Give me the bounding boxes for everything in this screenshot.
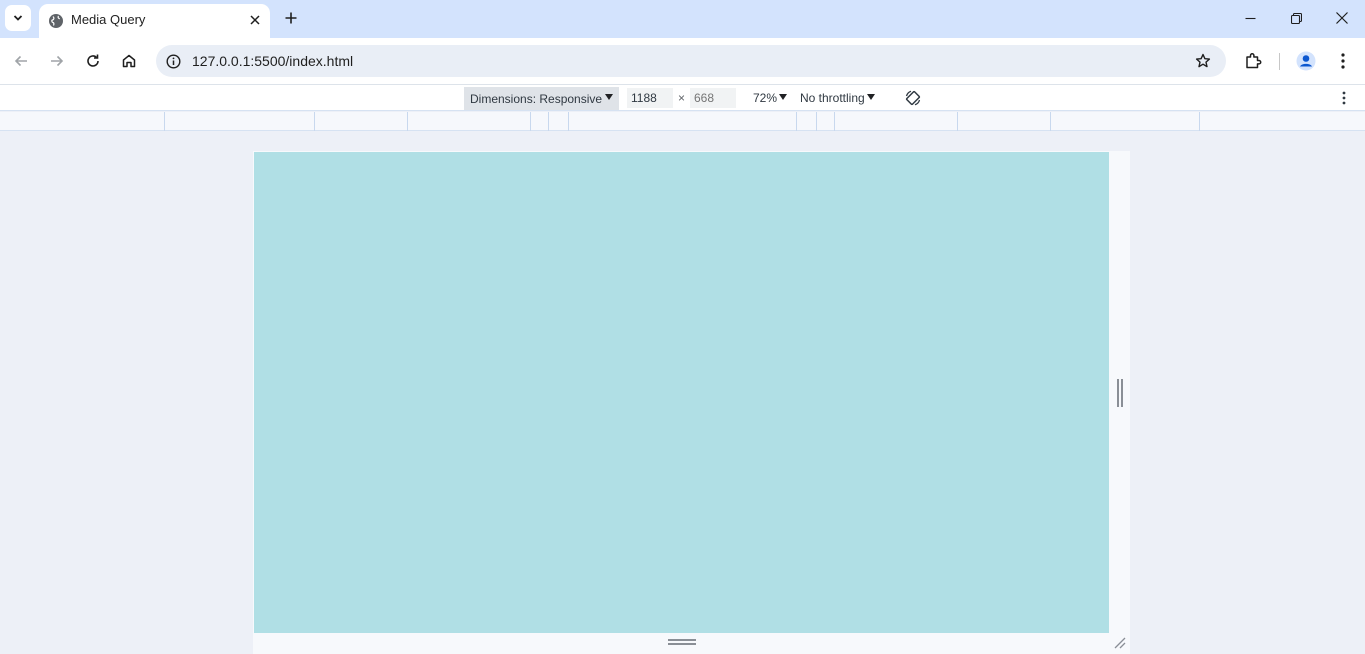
resize-handle-bottom[interactable] xyxy=(668,639,696,645)
dimensions-dropdown[interactable]: Dimensions: Responsive xyxy=(464,87,620,110)
more-vertical-icon xyxy=(1342,91,1346,105)
info-icon xyxy=(165,53,181,69)
tab-search-button[interactable] xyxy=(5,5,31,31)
bookmark-button[interactable] xyxy=(1192,50,1214,72)
globe-icon xyxy=(49,14,63,28)
site-info-button[interactable] xyxy=(162,50,184,72)
device-toolbar-more-button[interactable] xyxy=(1334,88,1354,108)
close-icon xyxy=(250,15,260,25)
media-query-segment xyxy=(1199,112,1200,131)
media-query-segment[interactable] xyxy=(957,112,1050,131)
back-arrow-icon xyxy=(14,55,27,67)
address-bar[interactable]: 127.0.0.1:5500/index.html xyxy=(156,45,1226,77)
browser-tab[interactable]: Media Query xyxy=(39,4,270,38)
menu-icon xyxy=(1341,53,1345,69)
resize-corner-icon[interactable] xyxy=(1113,636,1127,650)
url-text: 127.0.0.1:5500/index.html xyxy=(192,53,354,69)
home-icon xyxy=(122,54,136,68)
media-query-segment[interactable] xyxy=(796,112,816,131)
media-query-segment[interactable] xyxy=(164,112,314,131)
browser-toolbar: 127.0.0.1:5500/index.html xyxy=(0,38,1365,85)
forward-arrow-icon xyxy=(51,55,64,67)
resize-handle-right[interactable] xyxy=(1117,379,1123,407)
media-query-segment[interactable] xyxy=(816,112,834,131)
caret-down-icon xyxy=(866,93,875,100)
minimize-button[interactable] xyxy=(1227,0,1273,36)
bookmark-star-icon xyxy=(1195,53,1211,68)
extensions-icon xyxy=(1246,53,1262,69)
page-content[interactable] xyxy=(254,152,1109,633)
throttling-label: No throttling xyxy=(800,91,865,105)
tab-title: Media Query xyxy=(71,12,146,27)
media-query-segment[interactable] xyxy=(1050,112,1199,131)
window-close-button[interactable] xyxy=(1319,0,1365,36)
rotate-icon xyxy=(905,90,921,106)
emulated-viewport xyxy=(253,151,1130,654)
profile-button[interactable] xyxy=(1294,49,1318,73)
tab-close-button[interactable] xyxy=(245,10,265,30)
tab-strip: Media Query xyxy=(0,0,1365,38)
device-toolbar: Dimensions: Responsive × 72% No throttli… xyxy=(0,85,1365,111)
width-input[interactable] xyxy=(627,88,673,108)
zoom-label: 72% xyxy=(753,91,778,105)
media-query-segment[interactable] xyxy=(530,112,548,131)
new-tab-button[interactable] xyxy=(280,7,302,29)
caret-down-icon xyxy=(605,94,614,100)
caret-down-icon xyxy=(779,93,788,100)
extensions-button[interactable] xyxy=(1241,49,1265,73)
media-query-bar xyxy=(0,112,1365,131)
chrome-menu-button[interactable] xyxy=(1331,49,1355,73)
restore-button[interactable] xyxy=(1273,0,1319,36)
toolbar-divider xyxy=(1279,53,1280,70)
plus-icon xyxy=(285,12,297,24)
media-query-segment[interactable] xyxy=(407,112,530,131)
restore-icon xyxy=(1290,12,1302,24)
minimize-icon xyxy=(1245,17,1255,19)
throttling-dropdown[interactable]: No throttling xyxy=(800,91,875,105)
media-query-segment[interactable] xyxy=(834,112,957,131)
media-query-segment[interactable] xyxy=(314,112,407,131)
media-query-segment[interactable] xyxy=(568,112,796,131)
reload-button[interactable] xyxy=(81,49,105,73)
dimension-separator: × xyxy=(678,91,686,105)
chevron-down-icon xyxy=(13,15,23,21)
home-button[interactable] xyxy=(117,49,141,73)
back-button[interactable] xyxy=(9,49,33,73)
zoom-dropdown[interactable]: 72% xyxy=(753,91,788,105)
media-query-segment[interactable] xyxy=(548,112,568,131)
close-icon xyxy=(1336,12,1348,24)
reload-icon xyxy=(87,54,99,67)
profile-avatar xyxy=(1296,51,1316,71)
height-input[interactable] xyxy=(690,88,736,108)
rotate-button[interactable] xyxy=(902,87,924,109)
forward-button[interactable] xyxy=(45,49,69,73)
dimensions-label: Dimensions: Responsive xyxy=(470,91,603,106)
